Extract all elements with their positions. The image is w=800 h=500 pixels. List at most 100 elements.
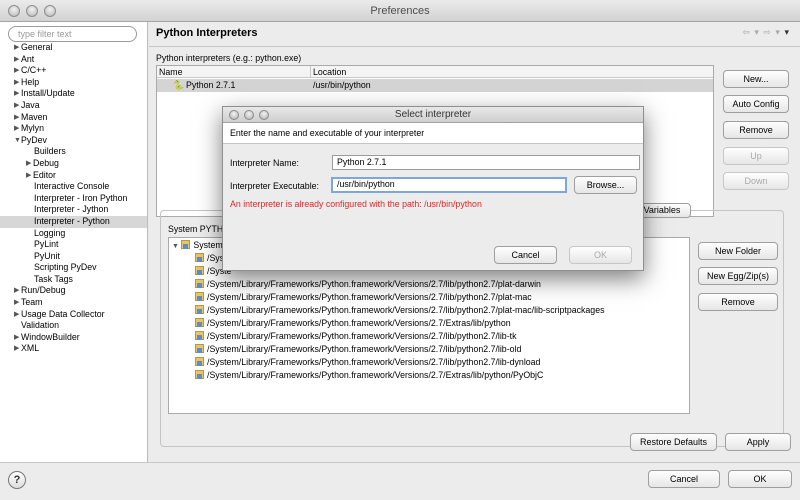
list-item[interactable]: /System/Library/Frameworks/Python.framew…	[195, 317, 511, 330]
sidebar-item-general[interactable]: ▶ General	[0, 42, 147, 54]
auto-config-button[interactable]: Auto Config	[723, 95, 789, 113]
sidebar-item-usage-data-collector[interactable]: ▶ Usage Data Collector	[0, 309, 147, 321]
cancel-button[interactable]: Cancel	[648, 470, 720, 488]
collapsed-arrow-icon[interactable]: ▶	[14, 343, 19, 355]
collapsed-arrow-icon[interactable]: ▶	[26, 158, 31, 170]
library-path: /System/Library/Frameworks/Python.framew…	[207, 344, 522, 354]
column-header-location[interactable]: Location	[313, 66, 346, 78]
sidebar-item-label: Ant	[21, 53, 35, 64]
sidebar-item-label: Debug	[33, 157, 59, 168]
list-item-root[interactable]: ▼ System	[172, 239, 223, 252]
libraries-group-label: System PYTHO	[168, 224, 231, 234]
collapsed-arrow-icon[interactable]: ▶	[14, 112, 19, 124]
close-window-icon[interactable]	[8, 5, 20, 17]
dialog-zoom-icon[interactable]	[259, 110, 269, 120]
sidebar-item-label: Interactive Console	[34, 181, 110, 192]
dialog-close-icon[interactable]	[229, 110, 239, 120]
sidebar-item-interactive-console[interactable]: Interactive Console	[0, 181, 147, 193]
sidebar-item-mylyn[interactable]: ▶ Mylyn	[0, 123, 147, 135]
sidebar-item-maven[interactable]: ▶ Maven	[0, 112, 147, 124]
list-item[interactable]: /System/Library/Frameworks/Python.framew…	[195, 343, 521, 356]
list-item[interactable]: /System/Library/Frameworks/Python.framew…	[195, 291, 532, 304]
dialog-cancel-button[interactable]: Cancel	[494, 246, 557, 264]
sidebar-item-interpreter-python[interactable]: Interpreter - Python	[0, 215, 147, 228]
list-item[interactable]: /System/Library/Frameworks/Python.framew…	[195, 278, 541, 291]
collapsed-arrow-icon[interactable]: ▶	[14, 42, 19, 54]
interpreter-executable-label: Interpreter Executable:	[230, 181, 319, 191]
sidebar-item-windowbuilder[interactable]: ▶ WindowBuilder	[0, 332, 147, 344]
interpreter-name-field[interactable]: Python 2.7.1	[332, 155, 640, 170]
sidebar-item-c-c-[interactable]: ▶ C/C++	[0, 65, 147, 77]
collapsed-arrow-icon[interactable]: ▶	[26, 170, 31, 182]
library-path: /System/Library/Frameworks/Python.framew…	[207, 292, 532, 302]
new-interpreter-button[interactable]: New...	[723, 70, 789, 88]
up-button[interactable]: Up	[723, 147, 789, 165]
interpreter-executable-field[interactable]: /usr/bin/python	[331, 177, 567, 193]
library-path: /System/Library/Frameworks/Python.framew…	[207, 370, 544, 380]
dialog-title: Select interpreter	[394, 109, 472, 120]
collapsed-arrow-icon[interactable]: ▶	[14, 309, 19, 321]
collapsed-arrow-icon[interactable]: ▶	[14, 54, 19, 66]
sidebar-item-label: General	[21, 42, 53, 52]
new-egg-zip-button[interactable]: New Egg/Zip(s)	[698, 267, 778, 285]
list-item[interactable]: /System/Library/Frameworks/Python.framew…	[195, 330, 516, 343]
sidebar-item-ant[interactable]: ▶ Ant	[0, 54, 147, 66]
sidebar-item-pydev[interactable]: ▼ PyDev	[0, 135, 147, 147]
table-row[interactable]: 🐍 Python 2.7.1 /usr/bin/python	[157, 79, 713, 92]
new-folder-button[interactable]: New Folder	[698, 242, 778, 260]
sidebar-item-logging[interactable]: Logging	[0, 228, 147, 240]
expanded-arrow-icon[interactable]: ▼	[14, 135, 21, 147]
sidebar-item-pylint[interactable]: PyLint	[0, 239, 147, 251]
collapse-arrow-icon[interactable]: ▼	[172, 243, 179, 250]
collapsed-arrow-icon[interactable]: ▶	[14, 77, 19, 89]
dialog-minimize-icon[interactable]	[244, 110, 254, 120]
sidebar-item-team[interactable]: ▶ Team	[0, 297, 147, 309]
sidebar-item-editor[interactable]: ▶ Editor	[0, 170, 147, 182]
collapsed-arrow-icon[interactable]: ▶	[14, 123, 19, 135]
table-header: Name Location	[157, 66, 713, 78]
list-item[interactable]: /System/Library/Frameworks/Python.framew…	[195, 304, 604, 317]
library-folder-icon	[195, 370, 204, 379]
column-header-name[interactable]: Name	[159, 66, 182, 78]
sidebar-item-interpreter-iron-python[interactable]: Interpreter - Iron Python	[0, 193, 147, 205]
browse-button[interactable]: Browse...	[574, 176, 637, 194]
list-item[interactable]: /System/Library/Frameworks/Python.framew…	[195, 369, 543, 382]
sidebar-item-label: Interpreter - Python	[34, 215, 110, 226]
sidebar-item-debug[interactable]: ▶ Debug	[0, 158, 147, 170]
sidebar-item-java[interactable]: ▶ Java	[0, 100, 147, 112]
collapsed-arrow-icon[interactable]: ▶	[14, 88, 19, 100]
minimize-window-icon[interactable]	[26, 5, 38, 17]
collapsed-arrow-icon[interactable]: ▶	[14, 100, 19, 112]
help-icon[interactable]: ?	[8, 471, 26, 489]
restore-defaults-button[interactable]: Restore Defaults	[630, 433, 717, 451]
view-menu-icon[interactable]: ▾	[784, 27, 790, 37]
forward-arrow-icon[interactable]: ⇨ ▾	[763, 27, 781, 37]
ok-button[interactable]: OK	[728, 470, 792, 488]
sidebar-item-install-update[interactable]: ▶ Install/Update	[0, 88, 147, 100]
library-path: /System/Library/Frameworks/Python.framew…	[207, 357, 541, 367]
collapsed-arrow-icon[interactable]: ▶	[14, 285, 19, 297]
sidebar-item-xml[interactable]: ▶ XML	[0, 343, 147, 355]
sidebar-item-interpreter-jython[interactable]: Interpreter - Jython	[0, 204, 147, 216]
filter-input[interactable]: type filter text	[8, 26, 137, 42]
list-item[interactable]: /System/Library/Frameworks/Python.framew…	[195, 356, 540, 369]
remove-library-button[interactable]: Remove	[698, 293, 778, 311]
sidebar-item-pyunit[interactable]: PyUnit	[0, 251, 147, 263]
sidebar-item-validation[interactable]: Validation	[0, 320, 147, 332]
sidebar-item-builders[interactable]: Builders	[0, 146, 147, 158]
sidebar-item-task-tags[interactable]: Task Tags	[0, 274, 147, 286]
collapsed-arrow-icon[interactable]: ▶	[14, 65, 19, 77]
sidebar-item-help[interactable]: ▶ Help	[0, 77, 147, 89]
sidebar-item-run-debug[interactable]: ▶ Run/Debug	[0, 285, 147, 297]
remove-interpreter-button[interactable]: Remove	[723, 121, 789, 139]
collapsed-arrow-icon[interactable]: ▶	[14, 297, 19, 309]
library-folder-icon	[195, 357, 204, 366]
collapsed-arrow-icon[interactable]: ▶	[14, 332, 19, 344]
back-arrow-icon[interactable]: ⇦ ▾	[742, 27, 760, 37]
dialog-ok-button[interactable]: OK	[569, 246, 632, 264]
sidebar-item-scripting-pydev[interactable]: Scripting PyDev	[0, 262, 147, 274]
library-folder-icon	[195, 279, 204, 288]
zoom-window-icon[interactable]	[44, 5, 56, 17]
down-button[interactable]: Down	[723, 172, 789, 190]
apply-button[interactable]: Apply	[725, 433, 791, 451]
